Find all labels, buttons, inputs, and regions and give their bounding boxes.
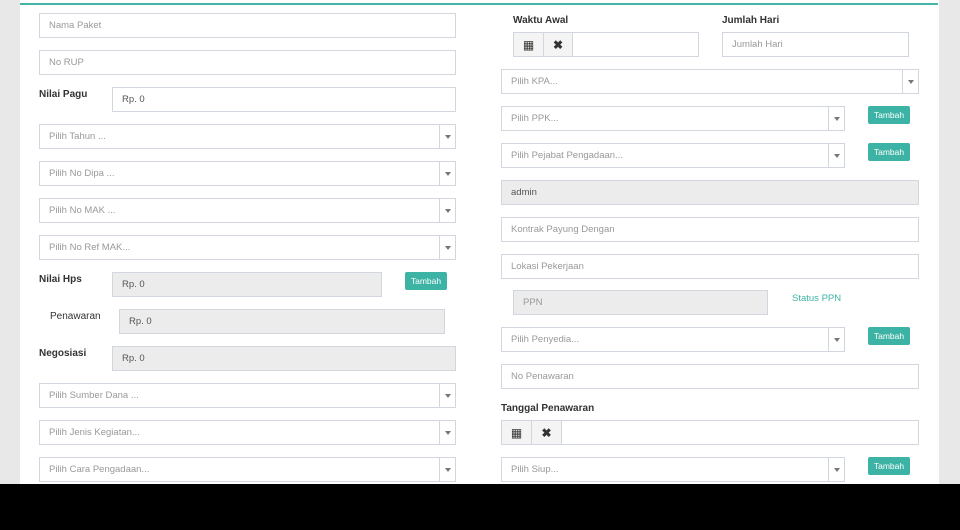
tanggal-penawaran-label: Tanggal Penawaran bbox=[501, 403, 595, 414]
tambah-pejabat-button[interactable]: Tambah bbox=[868, 143, 910, 161]
waktu-awal-label: Waktu Awal bbox=[513, 15, 569, 26]
chevron-down-icon[interactable] bbox=[828, 144, 844, 167]
tambah-penyedia-button[interactable]: Tambah bbox=[868, 327, 910, 345]
tambah-siup-button[interactable]: Tambah bbox=[868, 457, 910, 475]
no-dipa-select[interactable]: Pilih No Dipa ... bbox=[39, 161, 456, 186]
chevron-down-icon[interactable] bbox=[439, 199, 455, 222]
negosiasi-label: Negosiasi bbox=[39, 348, 87, 359]
ppn-field: PPN bbox=[513, 290, 768, 315]
status-ppn-label: Status PPN bbox=[792, 293, 842, 304]
clear-icon[interactable]: ✖ bbox=[543, 32, 573, 57]
calendar-icon[interactable]: ▦ bbox=[513, 32, 544, 57]
jenis-kegiatan-select-text: Pilih Jenis Kegiatan... bbox=[49, 427, 140, 438]
no-mak-select[interactable]: Pilih No MAK ... bbox=[39, 198, 456, 223]
nama-paket-input[interactable] bbox=[39, 13, 456, 38]
waktu-awal-input[interactable] bbox=[572, 32, 699, 57]
penawaran-input: Rp. 0 bbox=[119, 309, 445, 334]
jenis-kegiatan-select[interactable]: Pilih Jenis Kegiatan... bbox=[39, 420, 456, 445]
pejabat-pengadaan-select[interactable]: Pilih Pejabat Pengadaan... bbox=[501, 143, 845, 168]
no-ref-mak-select-text: Pilih No Ref MAK... bbox=[49, 242, 131, 253]
cara-pengadaan-select-text: Pilih Cara Pengadaan... bbox=[49, 464, 150, 475]
chevron-down-icon[interactable] bbox=[828, 458, 844, 481]
chevron-down-icon[interactable] bbox=[439, 125, 455, 148]
tambah-hps-button[interactable]: Tambah bbox=[405, 272, 447, 290]
user-field: admin bbox=[501, 180, 919, 205]
nilai-pagu-label: Nilai Pagu bbox=[39, 89, 88, 100]
tambah-ppk-button[interactable]: Tambah bbox=[868, 106, 910, 124]
sumber-dana-select[interactable]: Pilih Sumber Dana ... bbox=[39, 383, 456, 408]
no-rup-input[interactable] bbox=[39, 50, 456, 75]
jumlah-hari-input[interactable] bbox=[722, 32, 909, 57]
chevron-down-icon[interactable] bbox=[828, 107, 844, 130]
no-penawaran-input[interactable] bbox=[501, 364, 919, 389]
no-ref-mak-select[interactable]: Pilih No Ref MAK... bbox=[39, 235, 456, 260]
panel-top-border bbox=[20, 3, 938, 5]
chevron-down-icon[interactable] bbox=[902, 70, 918, 93]
siup-select[interactable]: Pilih Siup... bbox=[501, 457, 845, 482]
form-stage: Nilai Pagu Rp. 0 Pilih Tahun ... Pilih N… bbox=[0, 0, 960, 484]
chevron-down-icon[interactable] bbox=[439, 458, 455, 481]
kpa-select-text: Pilih KPA... bbox=[511, 76, 558, 87]
chevron-down-icon[interactable] bbox=[439, 421, 455, 444]
chevron-down-icon[interactable] bbox=[439, 384, 455, 407]
chevron-down-icon[interactable] bbox=[828, 328, 844, 351]
penawaran-label: Penawaran bbox=[50, 311, 101, 322]
kontrak-payung-input[interactable] bbox=[501, 217, 919, 242]
tanggal-penawaran-input[interactable] bbox=[561, 420, 919, 445]
ppk-select-text: Pilih PPK... bbox=[511, 113, 559, 124]
nilai-hps-label: Nilai Hps bbox=[39, 274, 82, 285]
nilai-hps-input: Rp. 0 bbox=[112, 272, 382, 297]
siup-select-text: Pilih Siup... bbox=[511, 464, 559, 475]
chevron-down-icon[interactable] bbox=[439, 236, 455, 259]
cara-pengadaan-select[interactable]: Pilih Cara Pengadaan... bbox=[39, 457, 456, 482]
negosiasi-input: Rp. 0 bbox=[112, 346, 456, 371]
calendar-icon[interactable]: ▦ bbox=[501, 420, 532, 445]
lokasi-pekerjaan-input[interactable] bbox=[501, 254, 919, 279]
clear-icon[interactable]: ✖ bbox=[531, 420, 562, 445]
kpa-select[interactable]: Pilih KPA... bbox=[501, 69, 919, 94]
penyedia-select[interactable]: Pilih Penyedia... bbox=[501, 327, 845, 352]
chevron-down-icon[interactable] bbox=[439, 162, 455, 185]
pejabat-pengadaan-select-text: Pilih Pejabat Pengadaan... bbox=[511, 150, 623, 161]
sumber-dana-select-text: Pilih Sumber Dana ... bbox=[49, 390, 139, 401]
nilai-pagu-input[interactable]: Rp. 0 bbox=[112, 87, 456, 112]
jumlah-hari-label: Jumlah Hari bbox=[722, 15, 780, 26]
tahun-select[interactable]: Pilih Tahun ... bbox=[39, 124, 456, 149]
no-mak-select-text: Pilih No MAK ... bbox=[49, 205, 116, 216]
penyedia-select-text: Pilih Penyedia... bbox=[511, 334, 580, 345]
tahun-select-text: Pilih Tahun ... bbox=[49, 131, 106, 142]
ppk-select[interactable]: Pilih PPK... bbox=[501, 106, 845, 131]
no-dipa-select-text: Pilih No Dipa ... bbox=[49, 168, 115, 179]
